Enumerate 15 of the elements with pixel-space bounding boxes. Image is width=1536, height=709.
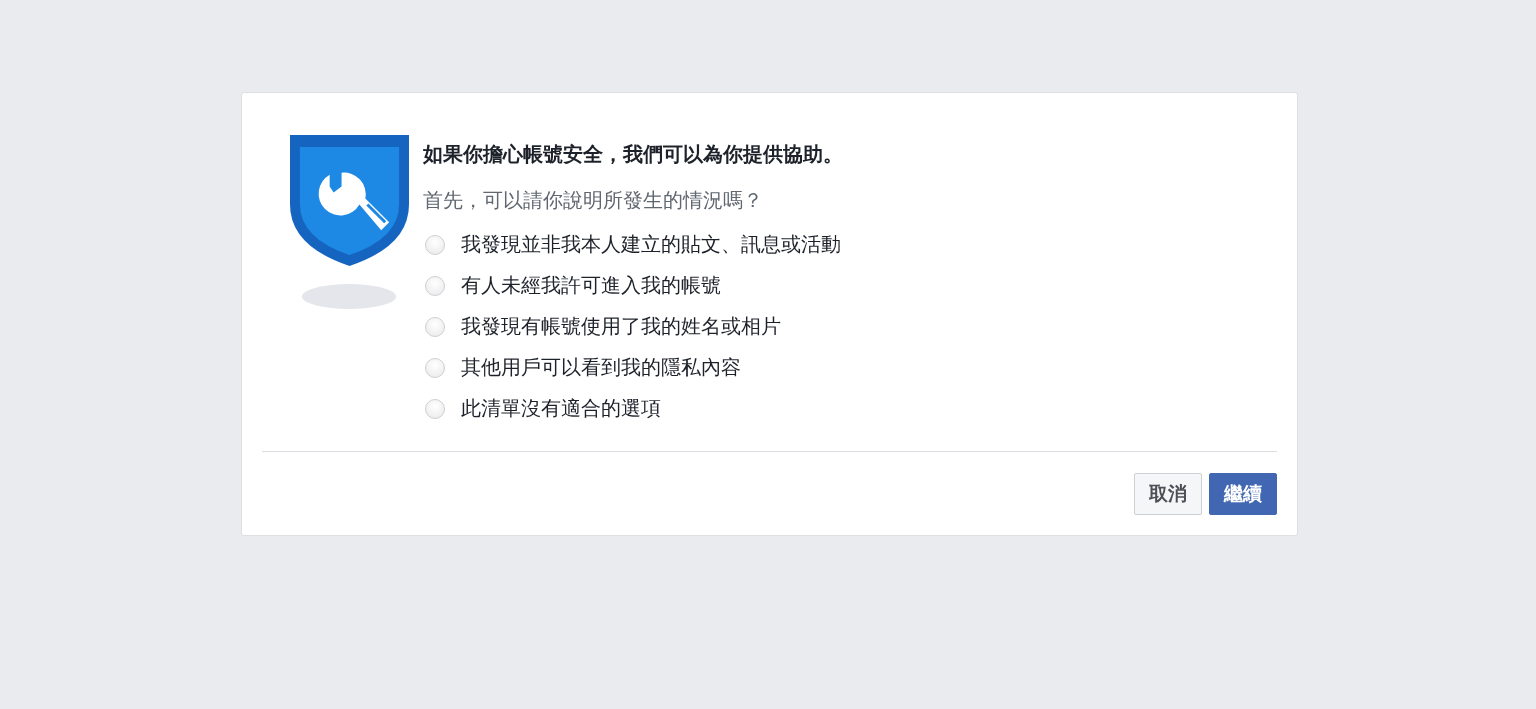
question-text: 首先，可以請你說明所發生的情況嗎？	[422, 188, 764, 212]
radio-button[interactable]	[424, 275, 445, 296]
option-label[interactable]: 我發現並非我本人建立的貼文、訊息或活動	[460, 231, 841, 258]
radio-button[interactable]	[424, 357, 445, 378]
shield-wrench-icon	[289, 135, 409, 266]
option-label[interactable]: 其他用戶可以看到我的隱私內容	[460, 354, 741, 381]
option-label[interactable]: 我發現有帳號使用了我的姓名或相片	[460, 313, 781, 340]
dialog-title: 如果你擔心帳號安全，我們可以為你提供協助。	[422, 142, 843, 166]
radio-button[interactable]	[424, 316, 445, 337]
option-label[interactable]: 此清單沒有適合的選項	[460, 395, 661, 422]
radio-button[interactable]	[424, 398, 445, 419]
cancel-button[interactable]: 取消	[1133, 473, 1202, 515]
option-label[interactable]: 有人未經我許可進入我的帳號	[460, 272, 721, 299]
continue-button[interactable]: 繼續	[1208, 473, 1277, 515]
radio-button[interactable]	[424, 234, 445, 255]
